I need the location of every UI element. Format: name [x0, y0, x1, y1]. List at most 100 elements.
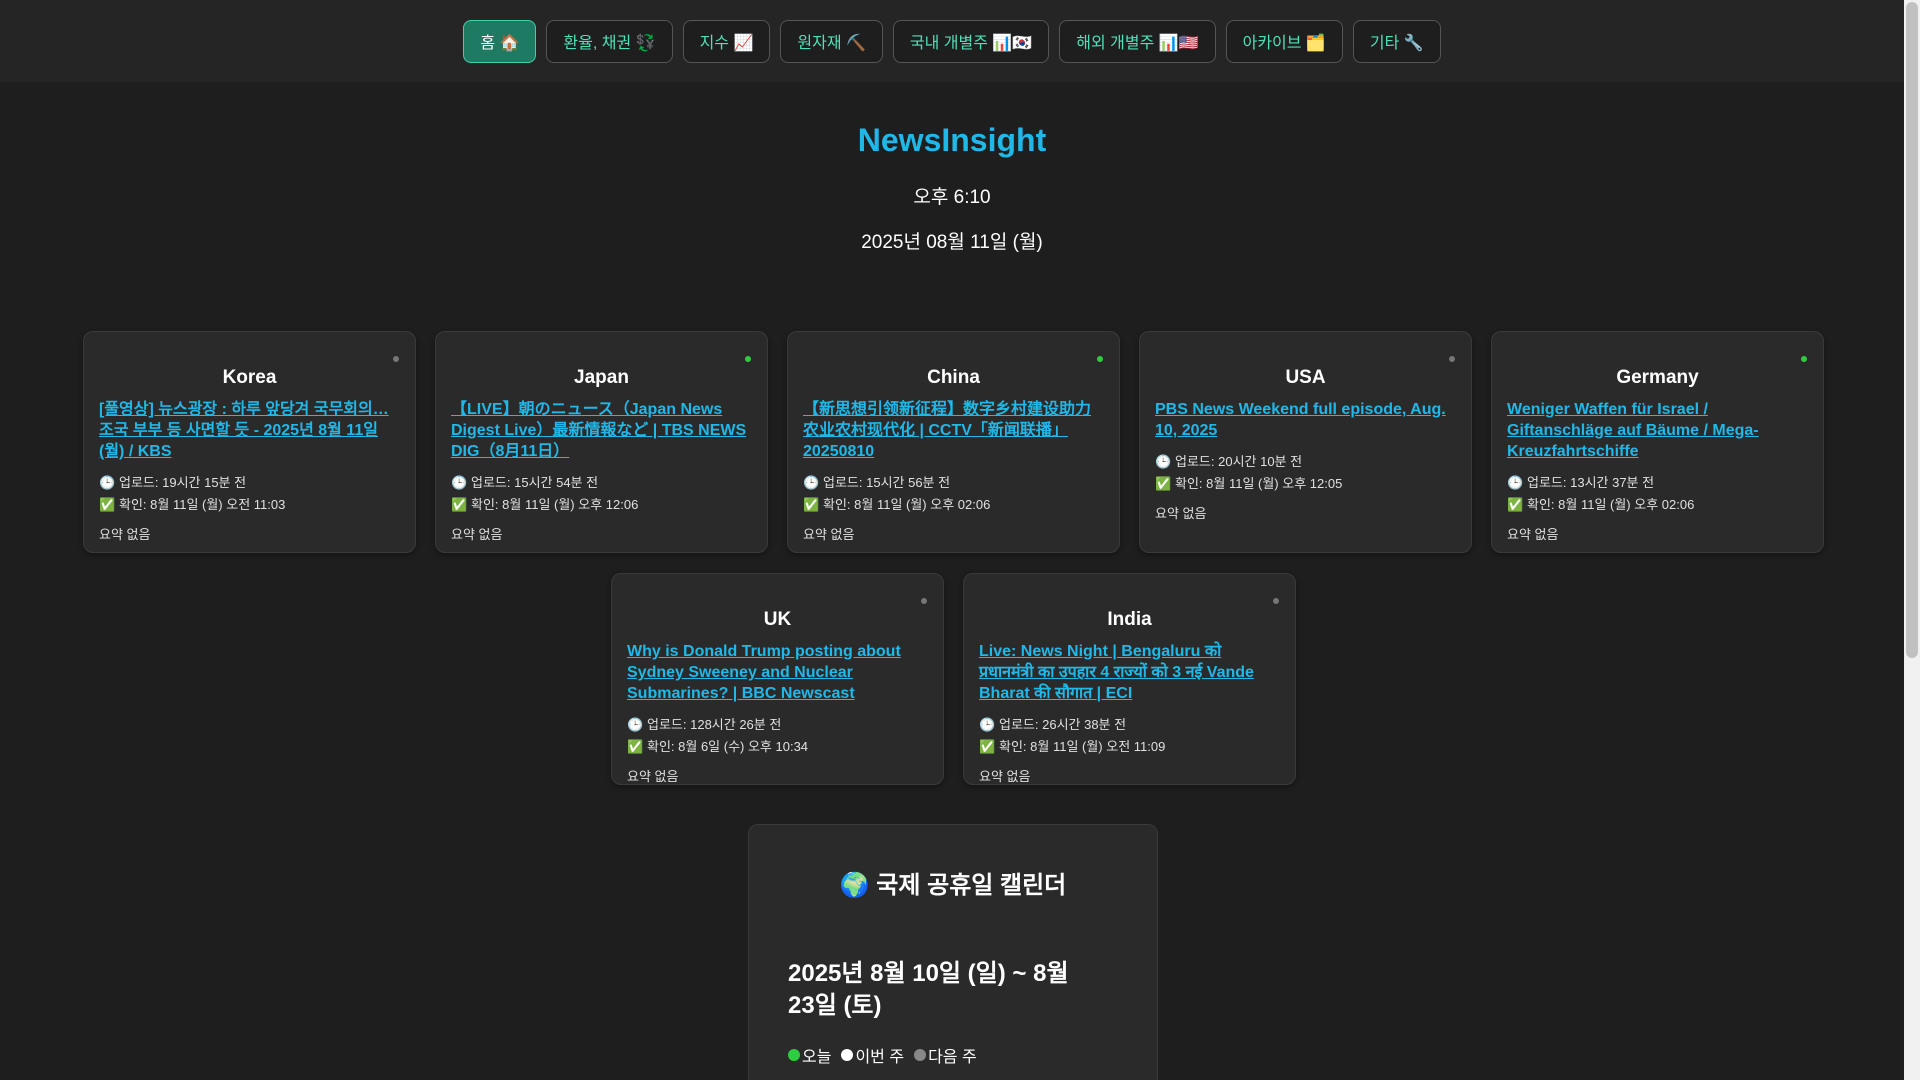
status-dot	[1273, 598, 1279, 604]
news-title-link[interactable]: [풀영상] 뉴스광장 : 하루 앞당겨 국무회의…조국 부부 등 사면할 듯 -…	[99, 399, 400, 462]
nav-us-stocks-button[interactable]: 해외 개별주 📊🇺🇸	[1059, 19, 1216, 63]
nav-commodities-button[interactable]: 원자재 ⛏️	[780, 19, 883, 63]
current-date: 2025년 08월 11일 (월)	[861, 232, 1043, 253]
check-icon: ✅	[627, 739, 644, 754]
white-dot-icon	[841, 1049, 854, 1061]
upload-text: 업로드: 19시간 15분 전	[119, 475, 247, 490]
card-country: India	[1107, 609, 1152, 630]
checked-meta: ✅ 확인: 8월 11일 (월) 오후 02:06	[1507, 494, 1808, 516]
status-dot	[1097, 356, 1103, 362]
summary-text: 요약 없음	[99, 527, 151, 542]
check-icon: ✅	[803, 497, 820, 512]
current-time: 오후 6:10	[913, 187, 991, 208]
checked-meta: ✅ 확인: 8월 11일 (월) 오후 12:06	[451, 494, 752, 516]
news-title-link[interactable]: 【新思想引领新征程】数字乡村建设助力农业农村现代化 | CCTV「新闻联播」20…	[803, 399, 1104, 462]
status-dot	[745, 356, 751, 362]
status-dot	[921, 598, 927, 604]
upload-text: 업로드: 15시간 54분 전	[471, 475, 599, 490]
nav-kr-stocks-button[interactable]: 국내 개별주 📊🇰🇷	[892, 19, 1050, 63]
news-card-germany: Germany Weniger Waffen für Israel / Gift…	[1491, 331, 1824, 553]
card-country: Japan	[574, 367, 629, 388]
summary-text: 요약 없음	[627, 769, 679, 784]
upload-text: 업로드: 20시간 10분 전	[1175, 454, 1303, 469]
news-card-usa: USA PBS News Weekend full episode, Aug. …	[1139, 331, 1472, 553]
nav-fx-bonds-button[interactable]: 환율, 채권 💱	[546, 19, 673, 63]
upload-meta: 🕒 업로드: 128시간 26분 전	[627, 714, 928, 736]
upload-text: 업로드: 26시간 38분 전	[999, 717, 1127, 732]
news-title-link[interactable]: Weniger Waffen für Israel / Giftanschläg…	[1507, 399, 1808, 462]
checked-meta: ✅ 확인: 8월 6일 (수) 오후 10:34	[627, 736, 928, 758]
clock-icon: 🕒	[1155, 454, 1172, 469]
legend-next-week: 다음 주	[914, 1043, 977, 1067]
summary-text: 요약 없음	[803, 527, 855, 542]
status-dot	[393, 356, 399, 362]
summary-text: 요약 없음	[1155, 506, 1207, 521]
check-icon: ✅	[451, 497, 468, 512]
news-title-link[interactable]: Why is Donald Trump posting about Sydney…	[627, 641, 928, 704]
upload-meta: 🕒 업로드: 20시간 10분 전	[1155, 451, 1456, 473]
clock-icon: 🕒	[451, 475, 468, 490]
upload-text: 업로드: 15시간 56분 전	[823, 475, 951, 490]
site-title: NewsInsight	[857, 122, 1047, 158]
clock-icon: 🕒	[979, 717, 996, 732]
calendar-date-range: 2025년 8월 10일 (일) ~ 8월 23일 (토)	[788, 960, 1069, 1019]
summary-text: 요약 없음	[979, 769, 1031, 784]
card-country: USA	[1285, 367, 1326, 388]
news-title-link[interactable]: Live: News Night | Bengaluru को प्रधानमं…	[979, 641, 1280, 704]
news-card-korea: Korea [풀영상] 뉴스광장 : 하루 앞당겨 국무회의…조국 부부 등 사…	[83, 331, 416, 553]
upload-text: 업로드: 13시간 37분 전	[1527, 475, 1655, 490]
checked-text: 확인: 8월 11일 (월) 오후 02:06	[1527, 497, 1695, 512]
holiday-calendar: 🌍 국제 공휴일 캘린더 2025년 8월 10일 (일) ~ 8월 23일 (…	[748, 824, 1158, 1080]
upload-meta: 🕒 업로드: 15시간 56분 전	[803, 472, 1104, 494]
checked-meta: ✅ 확인: 8월 11일 (월) 오전 11:03	[99, 494, 400, 516]
card-country: UK	[763, 609, 792, 630]
news-title-link[interactable]: PBS News Weekend full episode, Aug. 10, …	[1155, 399, 1456, 441]
news-title-link[interactable]: 【LIVE】朝のニュース（Japan News Digest Live）最新情報…	[451, 399, 752, 462]
checked-text: 확인: 8월 11일 (월) 오전 11:09	[999, 739, 1166, 754]
gray-dot-icon	[914, 1049, 927, 1061]
summary-text: 요약 없음	[451, 527, 503, 542]
nav-misc-button[interactable]: 기타 🔧	[1352, 19, 1441, 63]
news-card-india: India Live: News Night | Bengaluru को प्…	[963, 573, 1296, 785]
legend-label: 오늘	[802, 1049, 832, 1066]
legend-today: 오늘	[788, 1043, 831, 1067]
clock-icon: 🕒	[627, 717, 644, 732]
page-scrollbar[interactable]	[1904, 0, 1920, 1080]
top-nav: 홈 🏠 환율, 채권 💱 지수 📈 원자재 ⛏️ 국내 개별주 📊🇰🇷 해외 개…	[0, 0, 1904, 82]
check-icon: ✅	[979, 739, 996, 754]
upload-meta: 🕒 업로드: 26시간 38분 전	[979, 714, 1280, 736]
checked-meta: ✅ 확인: 8월 11일 (월) 오후 12:05	[1155, 473, 1456, 495]
legend-this-week: 이번 주	[841, 1043, 904, 1067]
checked-text: 확인: 8월 11일 (월) 오후 12:05	[1175, 476, 1343, 491]
news-card-japan: Japan 【LIVE】朝のニュース（Japan News Digest Liv…	[435, 331, 768, 553]
check-icon: ✅	[99, 497, 116, 512]
checked-text: 확인: 8월 11일 (월) 오후 12:06	[471, 497, 639, 512]
clock-icon: 🕒	[99, 475, 116, 490]
card-country: Korea	[222, 367, 277, 388]
upload-meta: 🕒 업로드: 13시간 37분 전	[1507, 472, 1808, 494]
card-country: Germany	[1616, 367, 1699, 388]
nav-home-button[interactable]: 홈 🏠	[463, 19, 537, 63]
check-icon: ✅	[1507, 497, 1524, 512]
scrollbar-thumb[interactable]	[1906, 2, 1918, 658]
calendar-legend: 오늘 이번 주 다음 주	[788, 1043, 977, 1067]
news-card-china: China 【新思想引领新征程】数字乡村建设助力农业农村现代化 | CCTV「新…	[787, 331, 1120, 553]
status-dot	[1801, 356, 1807, 362]
calendar-title: 🌍 국제 공휴일 캘린더	[839, 872, 1067, 899]
nav-indices-button[interactable]: 지수 📈	[682, 19, 771, 63]
legend-label: 다음 주	[928, 1049, 977, 1066]
checked-text: 확인: 8월 11일 (월) 오후 02:06	[823, 497, 991, 512]
checked-text: 확인: 8월 11일 (월) 오전 11:03	[119, 497, 286, 512]
legend-label: 이번 주	[855, 1049, 905, 1066]
checked-text: 확인: 8월 6일 (수) 오후 10:34	[647, 739, 809, 754]
summary-text: 요약 없음	[1507, 527, 1559, 542]
nav-archive-button[interactable]: 아카이브 🗂️	[1225, 19, 1343, 63]
clock-icon: 🕒	[1507, 475, 1524, 490]
upload-meta: 🕒 업로드: 15시간 54분 전	[451, 472, 752, 494]
status-dot	[1449, 356, 1455, 362]
check-icon: ✅	[1155, 476, 1172, 491]
upload-meta: 🕒 업로드: 19시간 15분 전	[99, 472, 400, 494]
green-dot-icon	[788, 1049, 800, 1061]
upload-text: 업로드: 128시간 26분 전	[647, 717, 782, 732]
checked-meta: ✅ 확인: 8월 11일 (월) 오전 11:09	[979, 736, 1280, 758]
